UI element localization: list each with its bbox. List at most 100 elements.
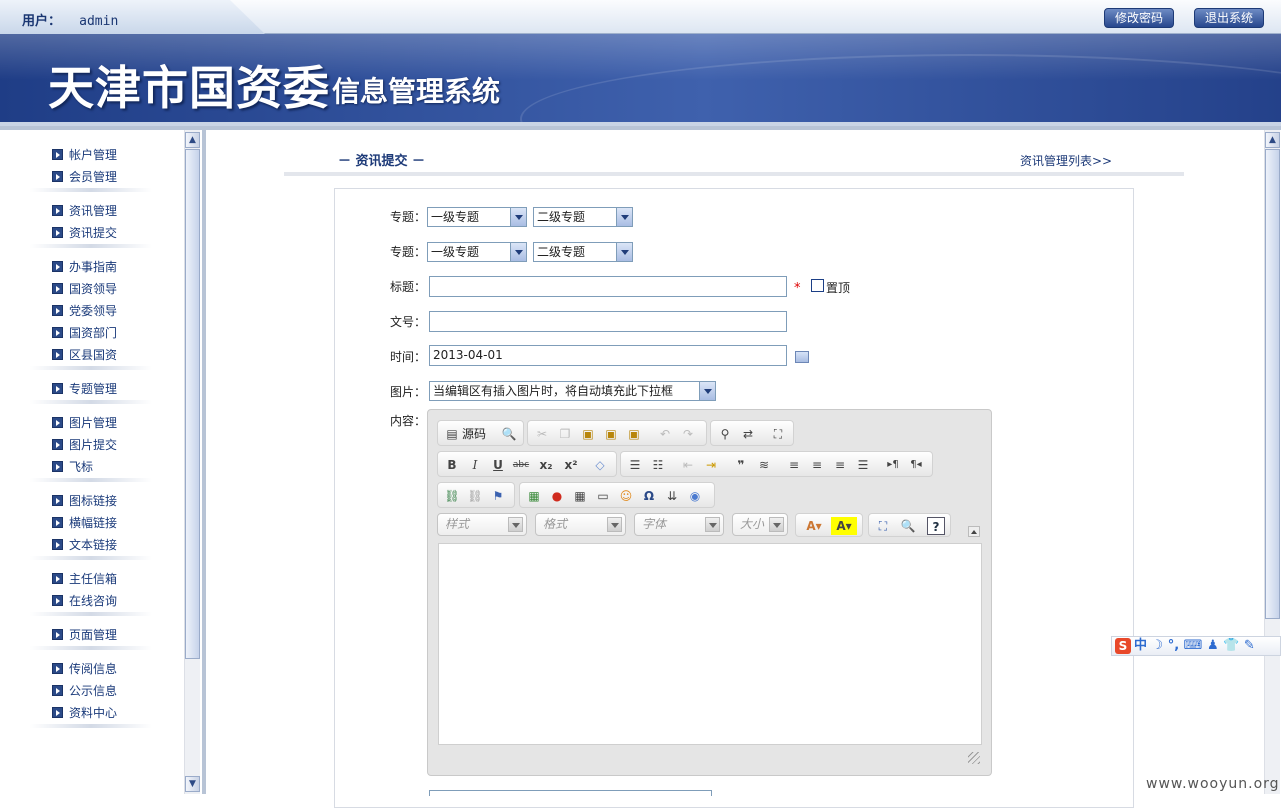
sidebar-item[interactable]: 办事指南 xyxy=(52,258,117,276)
sidebar-item[interactable]: 专题管理 xyxy=(52,380,117,398)
sidebar-item[interactable]: 资讯提交 xyxy=(52,224,117,242)
align-left-icon[interactable]: ≡ xyxy=(785,456,803,474)
sidebar-item[interactable]: 会员管理 xyxy=(52,168,117,186)
scroll-thumb[interactable] xyxy=(1265,149,1280,619)
help-icon[interactable]: ? xyxy=(927,517,945,535)
scroll-up-arrow-icon[interactable]: ▲ xyxy=(185,132,200,148)
italic-icon[interactable]: I xyxy=(466,456,484,474)
change-password-button[interactable]: 修改密码 xyxy=(1104,8,1174,28)
topic2-level1-select[interactable]: 一级专题 xyxy=(427,242,527,262)
rtl-icon[interactable]: ¶◂ xyxy=(907,456,925,474)
paste-icon[interactable]: ▣ xyxy=(579,425,597,443)
source-icon[interactable]: ▤ xyxy=(443,425,461,443)
iframe-globe-icon[interactable]: ◉ xyxy=(686,487,704,505)
sidebar-item[interactable]: 国资领导 xyxy=(52,280,117,298)
font-combo[interactable]: 字体 xyxy=(634,513,724,536)
calendar-icon[interactable] xyxy=(795,351,809,363)
pin-checkbox[interactable] xyxy=(811,279,824,292)
superscript-icon[interactable]: x² xyxy=(562,456,580,474)
sidebar-item[interactable]: 主任信箱 xyxy=(52,570,117,588)
remove-format-icon[interactable]: ◇ xyxy=(591,456,609,474)
sidebar-item[interactable]: 资讯管理 xyxy=(52,202,117,220)
topic1-level2-select[interactable]: 二级专题 xyxy=(533,207,633,227)
div-container-icon[interactable]: ≋ xyxy=(755,456,773,474)
scroll-up-arrow-icon[interactable]: ▲ xyxy=(1265,132,1280,148)
scroll-down-arrow-icon[interactable]: ▼ xyxy=(185,776,200,792)
sidebar-item[interactable]: 飞标 xyxy=(52,458,93,476)
sidebar-item[interactable]: 区县国资 xyxy=(52,346,117,364)
page-break-icon[interactable]: ⇊ xyxy=(663,487,681,505)
paste-word-icon[interactable]: ▣ xyxy=(625,425,643,443)
copy-icon[interactable]: ❐ xyxy=(556,425,574,443)
sidebar-item[interactable]: 文本链接 xyxy=(52,536,117,554)
align-justify-icon[interactable]: ☰ xyxy=(854,456,872,474)
sidebar-item[interactable]: 资料中心 xyxy=(52,704,117,722)
anchor-flag-icon[interactable]: ⚑ xyxy=(489,487,507,505)
sidebar-item[interactable]: 横幅链接 xyxy=(52,514,117,532)
bottom-field[interactable] xyxy=(429,790,712,796)
topic2-level2-select[interactable]: 二级专题 xyxy=(533,242,633,262)
logout-button[interactable]: 退出系统 xyxy=(1194,8,1264,28)
background-color-icon[interactable]: A▾ xyxy=(831,517,857,535)
news-list-link[interactable]: 资讯管理列表>> xyxy=(1020,152,1112,169)
link-icon[interactable]: ⛓ xyxy=(443,487,461,505)
outdent-icon[interactable]: ⇤ xyxy=(679,456,697,474)
underline-icon[interactable]: U xyxy=(489,456,507,474)
horizontal-rule-icon[interactable]: ▭ xyxy=(594,487,612,505)
redo-icon[interactable]: ↷ xyxy=(679,425,697,443)
subscript-icon[interactable]: x₂ xyxy=(537,456,555,474)
cut-icon[interactable]: ✂ xyxy=(533,425,551,443)
format-combo[interactable]: 格式 xyxy=(535,513,626,536)
smiley-icon[interactable]: ☺ xyxy=(617,487,635,505)
scroll-thumb[interactable] xyxy=(185,149,200,659)
ime-icons[interactable]: 中 ☽ °, ⌨ ♟ 👕 ✎ xyxy=(1134,638,1255,653)
docno-input[interactable] xyxy=(429,311,787,332)
ltr-icon[interactable]: ▸¶ xyxy=(884,456,902,474)
show-blocks-icon[interactable]: 🔍 xyxy=(899,517,917,535)
sidebar-item[interactable]: 图片提交 xyxy=(52,436,117,454)
unlink-icon[interactable]: ⛓ xyxy=(466,487,484,505)
topic1-level1-select[interactable]: 一级专题 xyxy=(427,207,527,227)
select-all-icon[interactable]: ⛶ xyxy=(769,425,787,443)
sidebar-item[interactable]: 图标链接 xyxy=(52,492,117,510)
editor-content-area[interactable] xyxy=(438,543,982,745)
sidebar-scrollbar[interactable]: ▲ ▼ xyxy=(184,130,200,794)
sidebar-item[interactable]: 在线咨询 xyxy=(52,592,117,610)
resize-grip-icon[interactable] xyxy=(968,752,980,764)
flash-icon[interactable]: ● xyxy=(548,487,566,505)
bulleted-list-icon[interactable]: ☷ xyxy=(649,456,667,474)
sidebar-item[interactable]: 页面管理 xyxy=(52,626,117,644)
replace-icon[interactable]: ⇄ xyxy=(739,425,757,443)
maximize-icon[interactable]: ⛶ xyxy=(874,517,892,535)
image-select[interactable]: 当编辑区有插入图片时，将自动填充此下拉框 xyxy=(429,381,716,401)
align-right-icon[interactable]: ≡ xyxy=(831,456,849,474)
table-icon[interactable]: ▦ xyxy=(571,487,589,505)
time-input[interactable]: 2013-04-01 xyxy=(429,345,787,366)
sidebar-item[interactable]: 帐户管理 xyxy=(52,146,117,164)
strikethrough-icon[interactable]: abc xyxy=(512,456,530,474)
image-icon[interactable]: ▦ xyxy=(525,487,543,505)
style-combo[interactable]: 样式 xyxy=(437,513,527,536)
paste-text-icon[interactable]: ▣ xyxy=(602,425,620,443)
source-button[interactable]: 源码 xyxy=(462,425,486,443)
sidebar-item[interactable]: 公示信息 xyxy=(52,682,117,700)
align-center-icon[interactable]: ≡ xyxy=(808,456,826,474)
bold-icon[interactable]: B xyxy=(443,456,461,474)
main-scrollbar[interactable]: ▲ xyxy=(1264,130,1280,794)
sidebar-item[interactable]: 党委领导 xyxy=(52,302,117,320)
collapse-toolbar-icon[interactable] xyxy=(968,526,980,537)
sidebar-item[interactable]: 传阅信息 xyxy=(52,660,117,678)
numbered-list-icon[interactable]: ☰ xyxy=(626,456,644,474)
sidebar-item[interactable]: 国资部门 xyxy=(52,324,117,342)
indent-icon[interactable]: ⇥ xyxy=(702,456,720,474)
special-char-icon[interactable]: Ω xyxy=(640,487,658,505)
find-icon[interactable]: ⚲ xyxy=(716,425,734,443)
size-combo[interactable]: 大小 xyxy=(732,513,788,536)
title-input[interactable] xyxy=(429,276,787,297)
blockquote-icon[interactable]: ❞ xyxy=(732,456,750,474)
preview-icon[interactable]: 🔍 xyxy=(500,425,518,443)
sidebar-item[interactable]: 图片管理 xyxy=(52,414,117,432)
ime-logo-icon[interactable]: S xyxy=(1115,638,1131,654)
ime-toolbar[interactable]: S中 ☽ °, ⌨ ♟ 👕 ✎ xyxy=(1111,636,1281,656)
text-color-icon[interactable]: A▾ xyxy=(801,517,827,535)
